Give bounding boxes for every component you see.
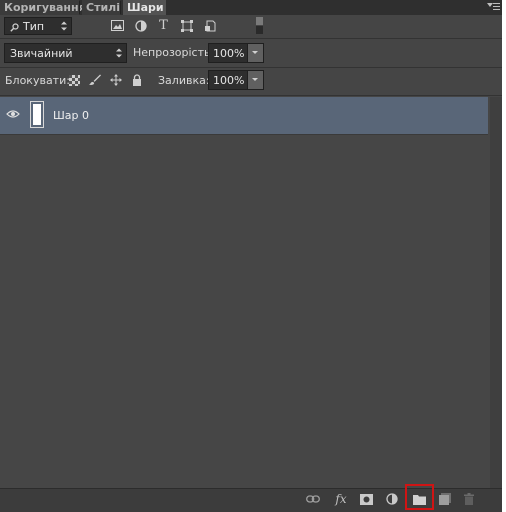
fill-slider-button[interactable]	[247, 70, 264, 90]
lock-transparency-icon[interactable]	[68, 74, 80, 86]
filter-toggle-bottom	[256, 26, 263, 34]
row-divider	[0, 67, 502, 68]
opacity-input[interactable]: 100%	[208, 43, 248, 63]
filter-toggle-top	[256, 17, 263, 25]
filter-kind-content: Тип	[10, 18, 44, 34]
opacity-label: Непрозорість:	[133, 46, 215, 59]
dropdown-arrows-icon	[61, 21, 67, 31]
pixel-layer-filter-icon[interactable]	[111, 19, 124, 32]
row-divider	[0, 38, 502, 39]
tab-divider	[79, 1, 80, 14]
opacity-slider-button[interactable]	[247, 43, 264, 63]
layer-thumbnail[interactable]	[30, 101, 44, 128]
layers-panel: Коригування Стилі Шари Тип T Звичайний Н…	[0, 0, 502, 512]
blend-mode-dropdown[interactable]: Звичайний	[4, 43, 127, 63]
new-group-highlight-box	[405, 484, 434, 510]
delete-layer-icon[interactable]	[462, 492, 476, 506]
fill-value: 100%	[213, 73, 245, 87]
visibility-eye-icon[interactable]	[6, 109, 20, 119]
blend-mode-value: Звичайний	[10, 46, 73, 60]
layer-row[interactable]: Шар 0	[0, 97, 488, 135]
layer-mask-icon[interactable]	[359, 492, 373, 506]
lock-image-pixels-icon[interactable]	[89, 74, 101, 86]
link-layers-icon[interactable]	[306, 492, 320, 506]
filter-toggle-switch[interactable]	[256, 17, 263, 34]
lock-all-icon[interactable]	[131, 74, 143, 86]
layers-list	[0, 97, 490, 488]
layer-name[interactable]: Шар 0	[53, 109, 89, 122]
layer-thumbnail-image	[33, 104, 41, 125]
panel-menu-icon[interactable]	[487, 1, 501, 13]
layers-scrollbar[interactable]	[490, 97, 502, 488]
new-layer-icon[interactable]	[438, 492, 452, 506]
opacity-value: 100%	[213, 46, 245, 60]
lock-position-icon[interactable]	[110, 74, 122, 86]
fill-label: Заливка:	[158, 74, 210, 87]
fx-icon[interactable]: fx	[334, 492, 348, 506]
row-divider	[0, 95, 502, 96]
window-edge	[502, 0, 506, 512]
panel-tab-bar: Коригування Стилі Шари	[0, 0, 502, 15]
filter-kind-dropdown[interactable]: Тип	[4, 17, 72, 35]
adjustment-layer-filter-icon[interactable]	[134, 19, 147, 32]
smart-object-filter-icon[interactable]	[203, 19, 216, 32]
fill-input[interactable]: 100%	[208, 70, 248, 90]
search-icon	[10, 22, 19, 32]
shape-layer-filter-icon[interactable]	[180, 19, 193, 32]
adjustment-layer-icon[interactable]	[385, 492, 399, 506]
type-layer-filter-icon[interactable]: T	[157, 18, 170, 33]
lock-label: Блокувати:	[5, 74, 70, 87]
tab-divider	[120, 1, 121, 14]
filter-kind-label: Тип	[23, 19, 45, 33]
dropdown-arrows-icon	[116, 48, 122, 58]
tab-layers[interactable]: Шари	[123, 0, 166, 15]
tab-adjustments[interactable]: Коригування	[0, 0, 86, 15]
tab-styles[interactable]: Стилі	[82, 0, 120, 15]
